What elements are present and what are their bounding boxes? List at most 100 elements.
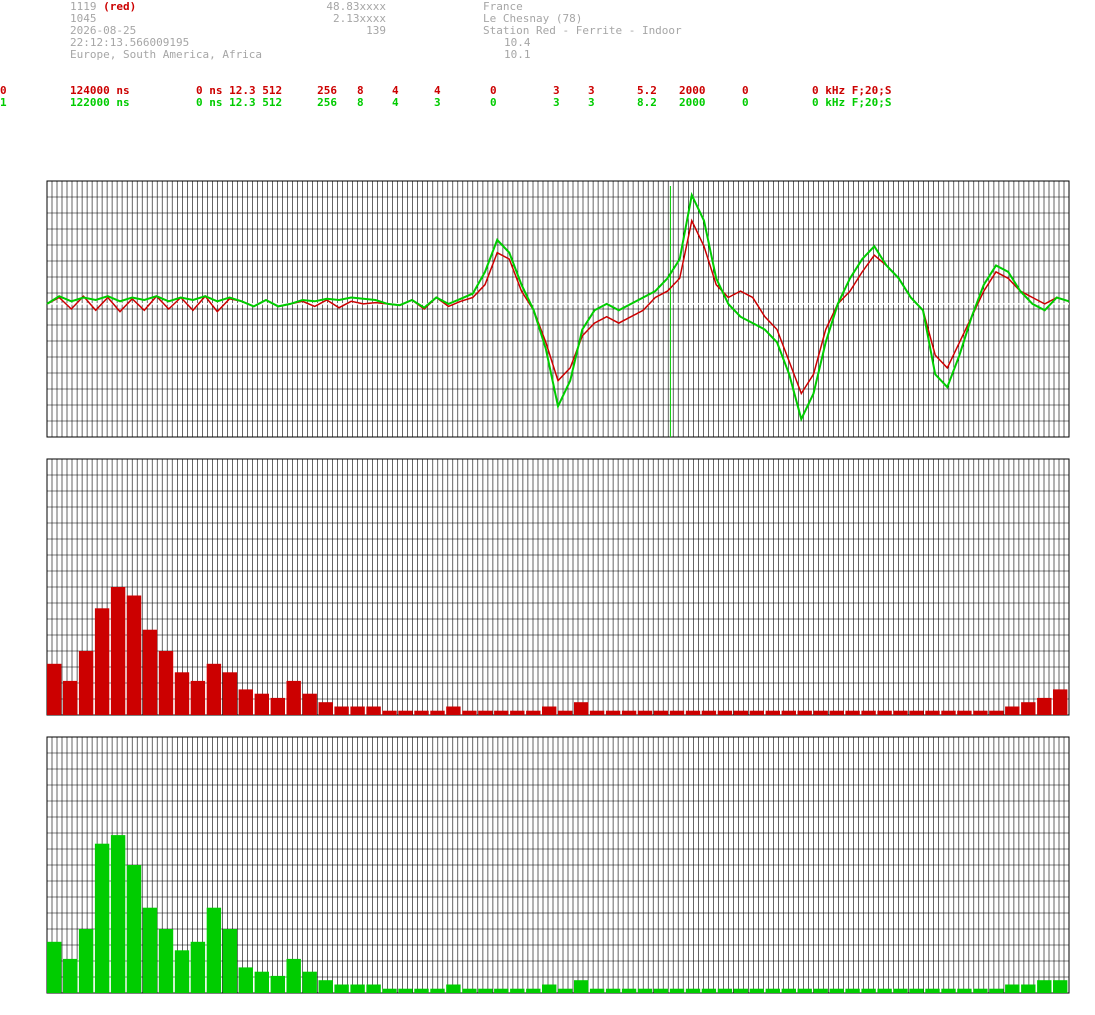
bar-green-12 <box>238 967 253 993</box>
bar-green-19 <box>350 984 365 993</box>
bar-red-16 <box>302 693 317 715</box>
bar-red-36 <box>621 710 637 715</box>
bar-red-60 <box>1005 706 1020 715</box>
bar-green-3 <box>94 843 110 993</box>
bar-green-58 <box>973 988 988 993</box>
bar-red-56 <box>941 710 956 715</box>
bar-red-57 <box>957 710 972 715</box>
bar-green-51 <box>861 988 876 993</box>
bar-green-35 <box>605 988 621 993</box>
bar-green-52 <box>877 988 892 993</box>
bar-red-15 <box>286 680 301 715</box>
bar-green-59 <box>989 988 1004 993</box>
bar-red-18 <box>334 706 349 715</box>
bar-red-26 <box>462 710 477 715</box>
bar-red-62 <box>1037 697 1052 715</box>
bar-green-32 <box>558 988 573 993</box>
bar-red-3 <box>94 608 110 715</box>
bar-green-53 <box>893 988 908 993</box>
bar-red-9 <box>190 680 206 715</box>
bar-red-61 <box>1021 702 1036 715</box>
bar-red-2 <box>78 651 94 715</box>
bar-red-6 <box>142 629 158 715</box>
bar-red-50 <box>845 710 860 715</box>
bar-green-8 <box>174 950 190 993</box>
bar-green-54 <box>909 988 924 993</box>
bar-green-10 <box>206 907 222 993</box>
bar-green-36 <box>621 988 637 993</box>
bar-red-10 <box>206 663 222 715</box>
bar-red-20 <box>366 706 381 715</box>
bar-green-21 <box>382 988 397 993</box>
bar-green-13 <box>254 971 269 993</box>
bar-green-27 <box>478 988 493 993</box>
bar-red-35 <box>605 710 621 715</box>
bar-red-51 <box>861 710 876 715</box>
bar-green-11 <box>222 929 238 993</box>
bar-red-23 <box>414 710 429 715</box>
bar-green-6 <box>142 907 158 993</box>
bar-red-12 <box>238 689 253 715</box>
bar-red-33 <box>574 702 589 715</box>
bar-red-44 <box>749 710 764 715</box>
bar-green-31 <box>542 984 557 993</box>
bar-red-8 <box>174 672 190 715</box>
bar-green-28 <box>494 988 509 993</box>
bar-red-32 <box>558 710 573 715</box>
bar-green-50 <box>845 988 860 993</box>
bar-green-47 <box>797 988 812 993</box>
bar-green-39 <box>669 988 685 993</box>
bar-red-40 <box>685 710 701 715</box>
bar-red-1 <box>63 680 78 715</box>
bar-green-60 <box>1005 984 1020 993</box>
bar-red-34 <box>589 710 605 715</box>
charts <box>46 180 1070 994</box>
bar-green-49 <box>829 988 844 993</box>
bar-red-17 <box>318 702 333 715</box>
bar-green-16 <box>302 971 317 993</box>
bar-red-49 <box>829 710 844 715</box>
bar-green-29 <box>510 988 525 993</box>
bar-green-18 <box>334 984 349 993</box>
bar-green-7 <box>158 929 174 993</box>
bar-green-63 <box>1053 980 1068 993</box>
bar-green-30 <box>526 988 541 993</box>
bar-green-15 <box>286 958 301 993</box>
bar-green-24 <box>430 988 445 993</box>
bar-green-46 <box>781 988 796 993</box>
bar-red-52 <box>877 710 892 715</box>
bar-red-13 <box>254 693 269 715</box>
bar-green-57 <box>957 988 972 993</box>
bar-red-55 <box>925 710 940 715</box>
bar-red-48 <box>813 710 828 715</box>
bar-red-4 <box>110 587 126 715</box>
bar-red-39 <box>669 710 685 715</box>
bar-green-61 <box>1021 984 1036 993</box>
bar-red-38 <box>653 710 669 715</box>
bar-green-14 <box>270 975 285 993</box>
bar-green-33 <box>574 980 589 993</box>
bar-green-25 <box>446 984 461 993</box>
bar-green-37 <box>637 988 653 993</box>
bar-red-45 <box>765 710 780 715</box>
bar-green-44 <box>749 988 764 993</box>
bar-green-22 <box>398 988 413 993</box>
bar-green-5 <box>126 865 142 993</box>
bar-green-17 <box>318 980 333 993</box>
bar-red-43 <box>733 710 749 715</box>
bar-green-40 <box>685 988 701 993</box>
bar-red-37 <box>637 710 653 715</box>
bar-green-4 <box>110 835 126 993</box>
bar-red-7 <box>158 651 174 715</box>
bar-green-56 <box>941 988 956 993</box>
bar-green-20 <box>366 984 381 993</box>
bar-red-42 <box>717 710 733 715</box>
bar-green-55 <box>925 988 940 993</box>
bar-green-1 <box>63 958 78 993</box>
bar-red-24 <box>430 710 445 715</box>
bar-green-34 <box>589 988 605 993</box>
bar-green-42 <box>717 988 733 993</box>
bar-green-62 <box>1037 980 1052 993</box>
bar-red-11 <box>222 672 238 715</box>
bar-red-27 <box>478 710 493 715</box>
